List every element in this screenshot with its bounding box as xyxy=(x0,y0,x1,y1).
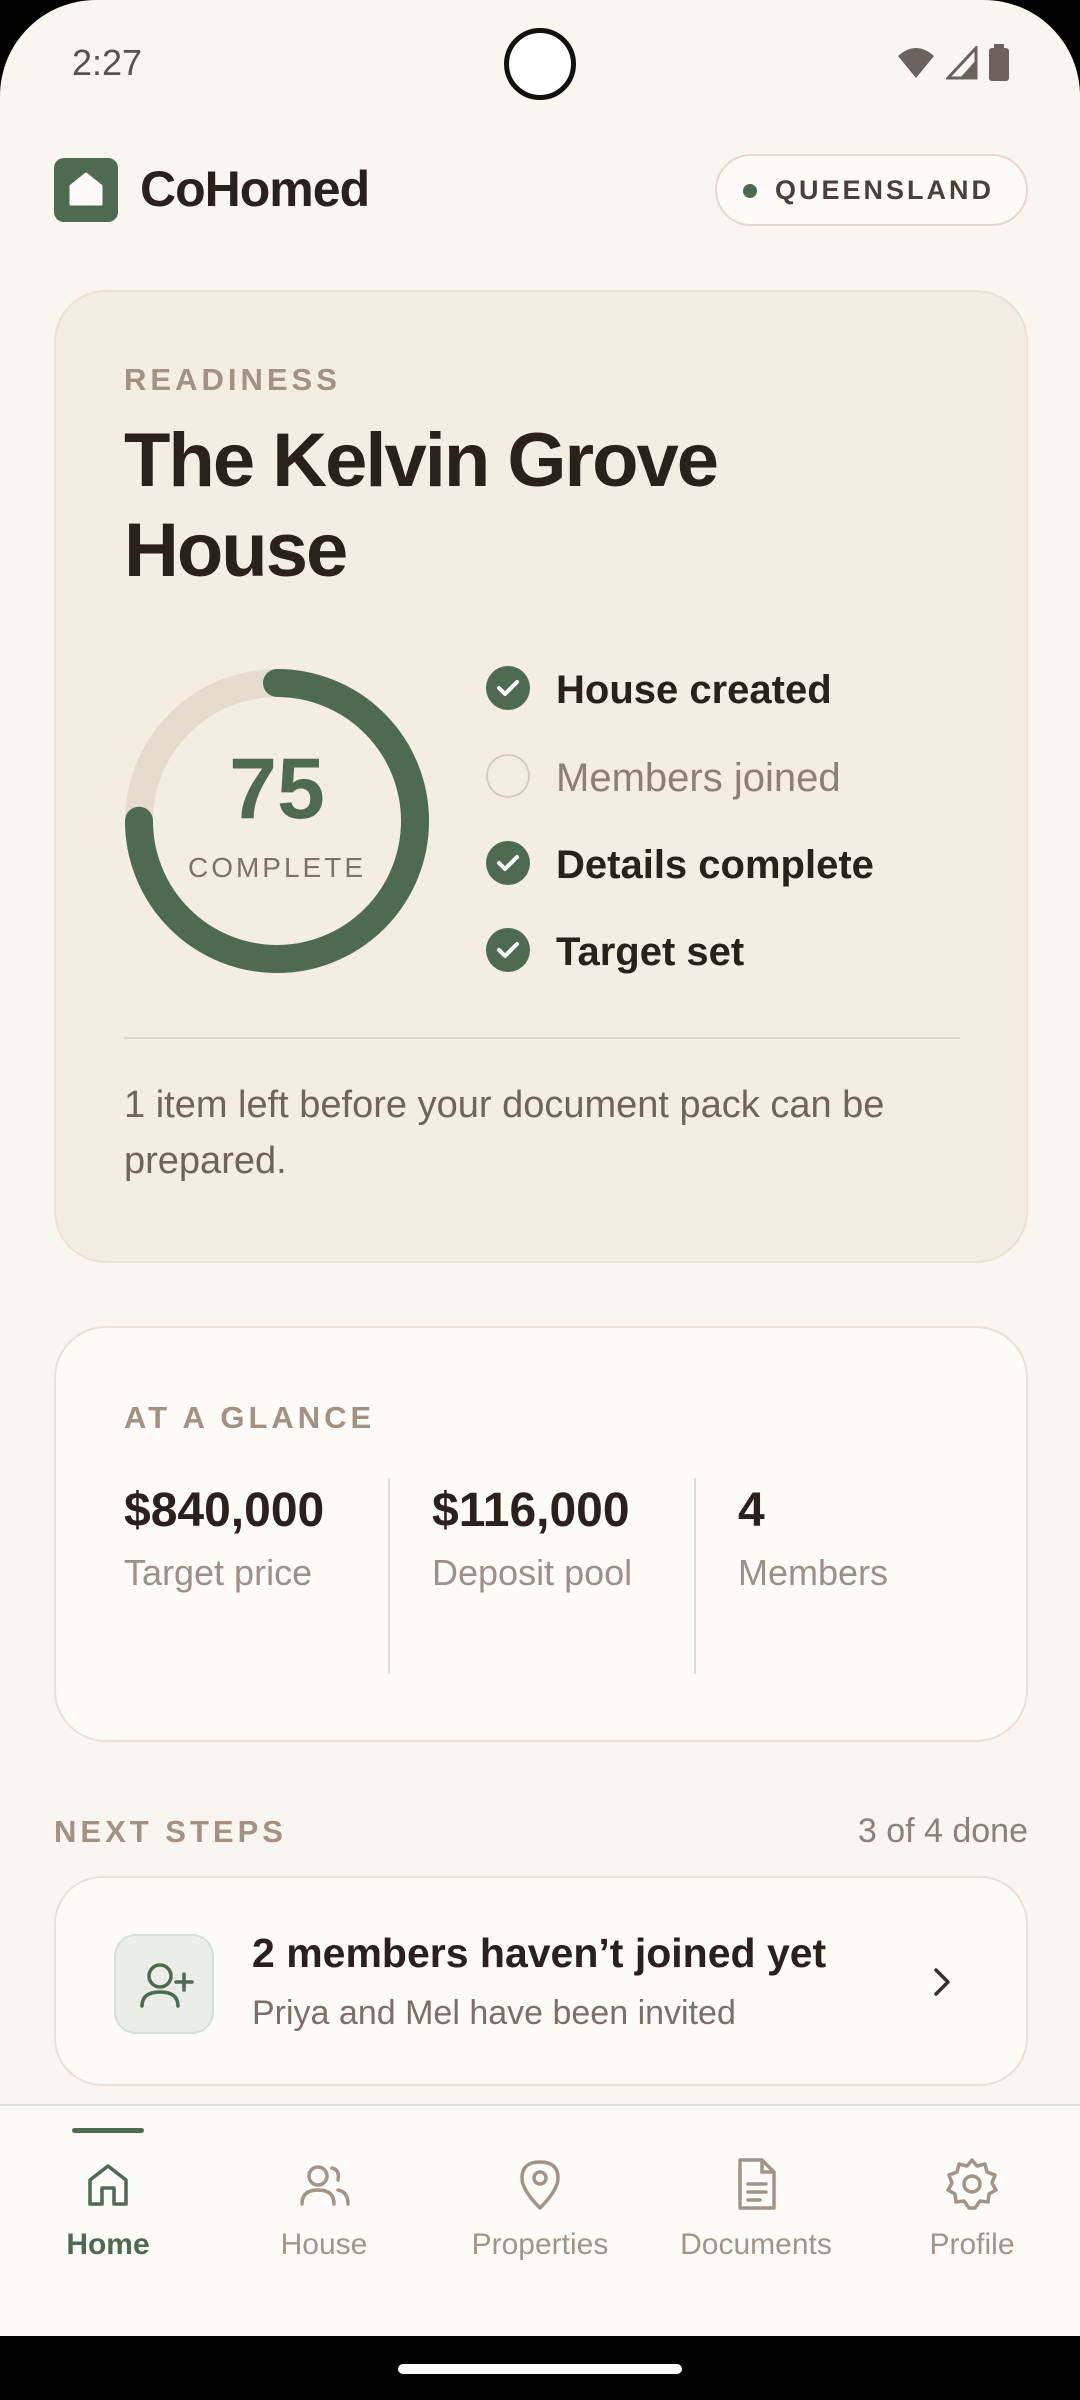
glance-eyebrow: AT A GLANCE xyxy=(124,1400,376,1435)
next-steps-eyebrow: NEXT STEPS xyxy=(54,1814,287,1849)
next-step-subtitle: Priya and Mel have been invited xyxy=(252,1994,736,2032)
stat-divider xyxy=(388,1478,390,1674)
readiness-card: READINESS The Kelvin Grove House 75 COMP… xyxy=(54,290,1028,1263)
check-done-icon xyxy=(486,928,530,972)
stat-divider xyxy=(694,1478,696,1674)
next-steps-header: NEXT STEPS 3 of 4 done xyxy=(54,1812,1028,1854)
nav-house[interactable]: House xyxy=(216,2106,432,2338)
nav-label: House xyxy=(280,2228,368,2261)
status-bar: 2:27 xyxy=(0,0,1080,130)
nav-label: Home xyxy=(66,2228,150,2261)
stat-value: $116,000 xyxy=(432,1484,630,1537)
gesture-bar xyxy=(0,2336,1080,2400)
house-logo-icon xyxy=(69,172,103,206)
stat-caption: Target price xyxy=(124,1552,313,1593)
readiness-percent-label: COMPLETE xyxy=(187,852,367,883)
check-pending-icon xyxy=(486,754,530,798)
stat-caption: Deposit pool xyxy=(432,1552,633,1593)
house-title: The Kelvin Grove House xyxy=(124,418,719,593)
user-plus-icon xyxy=(114,1934,214,2034)
next-step-item-members[interactable]: 2 members haven’t joined yet Priya and M… xyxy=(54,1876,1028,2086)
wifi-icon xyxy=(898,48,934,78)
next-steps-progress: 3 of 4 done xyxy=(857,1812,1028,1850)
stat-target-price: $840,000 Target price xyxy=(124,1476,334,1594)
checklist-item-house-created: House created xyxy=(486,658,986,718)
stat-value: $840,000 xyxy=(124,1484,325,1537)
app-logo xyxy=(54,158,118,222)
readiness-eyebrow: READINESS xyxy=(124,362,341,397)
checklist-label: Details complete xyxy=(556,843,874,887)
check-done-icon xyxy=(486,666,530,710)
nav-documents[interactable]: Documents xyxy=(648,2106,864,2338)
app-header: CoHomed QUEENSLAND xyxy=(54,154,1028,226)
checklist-label: House created xyxy=(556,668,832,712)
nav-label: Profile xyxy=(929,2228,1015,2261)
cell-signal-icon xyxy=(946,46,978,80)
document-icon xyxy=(738,2158,776,2210)
home-gesture-handle[interactable] xyxy=(398,2364,682,2374)
brand-name: CoHomed xyxy=(140,161,370,217)
chevron-right-icon xyxy=(934,1968,950,1996)
at-a-glance-card: AT A GLANCE $840,000 Target price $116,0… xyxy=(54,1326,1028,1742)
home-icon xyxy=(88,2164,128,2206)
system-icons xyxy=(896,44,1010,82)
nav-active-indicator xyxy=(72,2128,144,2133)
stat-deposit-pool: $116,000 Deposit pool xyxy=(432,1476,642,1594)
region-label: QUEENSLAND xyxy=(774,175,994,205)
readiness-divider xyxy=(124,1037,960,1039)
region-badge[interactable]: QUEENSLAND xyxy=(714,154,1028,226)
checklist-item-members-joined: Members joined xyxy=(486,746,986,806)
nav-home[interactable]: Home xyxy=(0,2106,216,2338)
region-dot xyxy=(742,184,757,198)
stat-members: 4 Members xyxy=(738,1476,968,1594)
checklist-item-details-complete: Details complete xyxy=(486,833,986,893)
gear-icon xyxy=(946,2158,998,2210)
checklist-label: Target set xyxy=(556,930,745,974)
next-step-title: 2 members haven’t joined yet xyxy=(252,1930,827,1976)
readiness-percent: 75 xyxy=(229,741,325,837)
status-time: 2:27 xyxy=(72,42,143,83)
nav-label: Documents xyxy=(680,2228,832,2261)
battery-icon xyxy=(989,44,1009,81)
camera-cutout xyxy=(504,28,576,100)
phone-screen: 2:27 CoHomed QUEENSLAND READINESS The Ke… xyxy=(0,0,1080,2400)
stat-value: 4 xyxy=(738,1484,765,1537)
checklist-label: Members joined xyxy=(556,756,841,800)
users-icon xyxy=(300,2165,350,2206)
map-pin-icon xyxy=(520,2160,560,2210)
bottom-navigation: Home House Properties Documents Profile xyxy=(0,2104,1080,2336)
nav-label: Properties xyxy=(471,2228,609,2261)
nav-properties[interactable]: Properties xyxy=(432,2106,648,2338)
checklist-item-target-set: Target set xyxy=(486,920,986,980)
stat-caption: Members xyxy=(738,1552,889,1593)
readiness-note: 1 item left before your document pack ca… xyxy=(124,1084,885,1182)
nav-profile[interactable]: Profile xyxy=(864,2106,1080,2338)
check-done-icon xyxy=(486,841,530,885)
